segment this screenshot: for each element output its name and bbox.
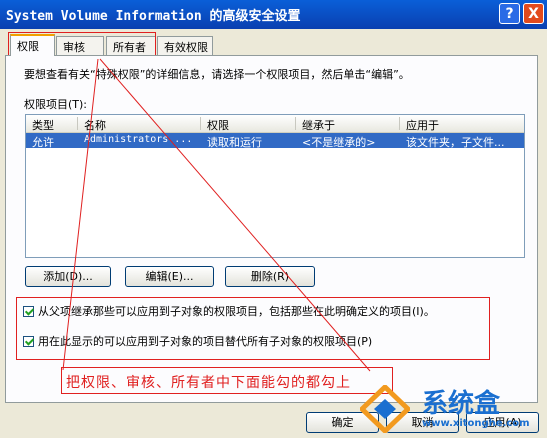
watermark-logo-icon: [360, 385, 410, 433]
tab-permissions[interactable]: 权限: [10, 34, 55, 56]
watermark-url: www.xitonghe.com: [422, 418, 530, 429]
watermark-brand: 系统盒: [422, 389, 501, 419]
annotation-text: 把权限、审核、所有者中下面能勾的都勾上: [66, 375, 351, 391]
